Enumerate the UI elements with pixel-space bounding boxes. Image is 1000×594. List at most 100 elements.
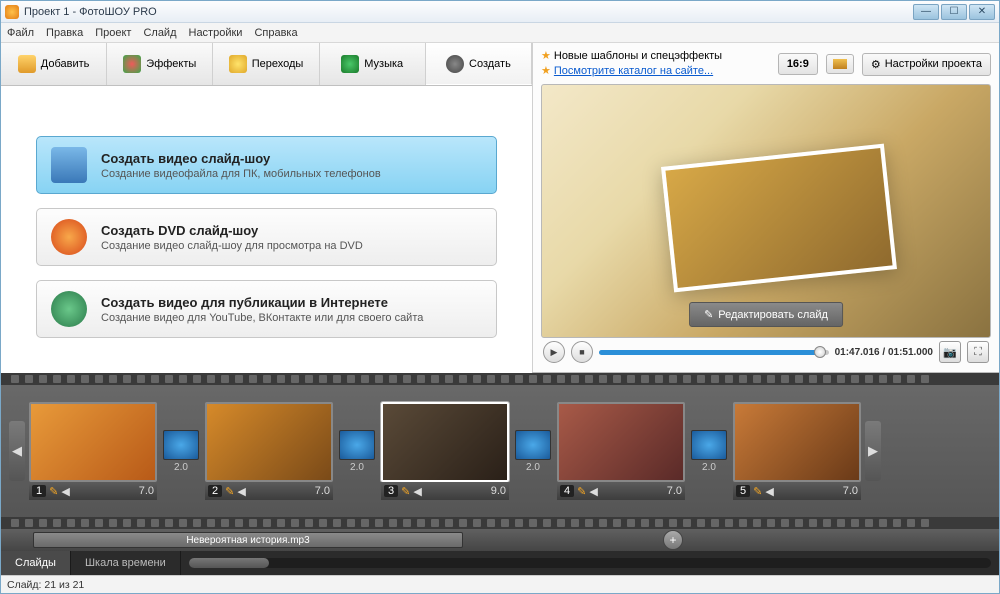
left-panel: Добавить Эффекты Переходы Музыка Создать…	[1, 43, 533, 372]
slide-number: 1	[32, 485, 46, 497]
option-dvd-slideshow[interactable]: Создать DVD слайд-шоуСоздание видео слай…	[36, 208, 497, 266]
snapshot-button[interactable]: 📷	[939, 341, 961, 363]
slides-row: ◀ 1✎◀7.02.02✎◀7.02.03✎◀9.02.04✎◀7.02.05✎…	[1, 385, 999, 517]
titlebar: Проект 1 - ФотоШОУ PRO — ☐ ✕	[1, 1, 999, 23]
status-bar: Слайд: 21 из 21	[1, 575, 999, 593]
pencil-icon[interactable]: ✎	[225, 485, 234, 498]
sound-icon[interactable]: ◀	[61, 485, 69, 498]
slide-thumb[interactable]	[205, 402, 333, 482]
menu-project[interactable]: Проект	[95, 27, 131, 39]
slide-duration: 7.0	[315, 485, 330, 497]
aspect-button[interactable]: 16:9	[778, 53, 818, 75]
edit-slide-button[interactable]: ✎Редактировать слайд	[689, 302, 843, 327]
slide-thumb[interactable]	[733, 402, 861, 482]
play-button[interactable]: ▶	[543, 341, 565, 363]
tab-effects[interactable]: Эффекты	[107, 43, 213, 85]
view-timeline-tab[interactable]: Шкала времени	[71, 551, 181, 575]
option-web-video[interactable]: Создать видео для публикации в Интернете…	[36, 280, 497, 338]
filmstrip-top	[1, 373, 999, 385]
slide-number: 3	[384, 485, 398, 497]
tab-music[interactable]: Музыка	[320, 43, 426, 85]
monitor-icon	[51, 147, 87, 183]
close-button[interactable]: ✕	[969, 4, 995, 20]
fullscreen-button[interactable]: ⛶	[967, 341, 989, 363]
time-display: 01:47.016 / 01:51.000	[835, 347, 933, 358]
filmstrip-bottom	[1, 517, 999, 529]
menu-slide[interactable]: Слайд	[143, 27, 176, 39]
transition-duration: 2.0	[350, 462, 364, 473]
transition[interactable]: 2.0	[689, 430, 729, 473]
display-icon	[833, 59, 847, 69]
view-slides-tab[interactable]: Слайды	[1, 551, 71, 575]
transition[interactable]: 2.0	[337, 430, 377, 473]
minimize-button[interactable]: —	[913, 4, 939, 20]
project-settings-button[interactable]: ⚙Настройки проекта	[862, 53, 991, 76]
preview-photo	[661, 144, 897, 293]
globe-icon	[51, 291, 87, 327]
transition-thumb[interactable]	[163, 430, 199, 460]
pencil-icon[interactable]: ✎	[401, 485, 410, 498]
pencil-icon[interactable]: ✎	[753, 485, 762, 498]
catalog-link[interactable]: Посмотрите каталог на сайте...	[554, 65, 713, 77]
timeline-panel: ◀ 1✎◀7.02.02✎◀7.02.03✎◀9.02.04✎◀7.02.05✎…	[1, 373, 999, 575]
slide-thumb[interactable]	[381, 402, 509, 482]
slide-thumb[interactable]	[557, 402, 685, 482]
option-video-slideshow[interactable]: Создать видео слайд-шоуСоздание видеофай…	[36, 136, 497, 194]
menu-file[interactable]: Файл	[7, 27, 34, 39]
app-icon	[5, 5, 19, 19]
tab-create[interactable]: Создать	[426, 43, 532, 85]
next-slide-button[interactable]: ▶	[865, 421, 881, 481]
tab-add[interactable]: Добавить	[1, 43, 107, 85]
slide-1[interactable]: 1✎◀7.0	[29, 402, 157, 500]
slide-4[interactable]: 4✎◀7.0	[557, 402, 685, 500]
slide-5[interactable]: 5✎◀7.0	[733, 402, 861, 500]
transition-duration: 2.0	[702, 462, 716, 473]
slide-info: 2✎◀7.0	[205, 482, 333, 500]
menu-settings[interactable]: Настройки	[189, 27, 243, 39]
transition-duration: 2.0	[174, 462, 188, 473]
tab-transitions[interactable]: Переходы	[213, 43, 319, 85]
main-tabs: Добавить Эффекты Переходы Музыка Создать	[1, 43, 532, 86]
dvd-icon	[51, 219, 87, 255]
pencil-icon[interactable]: ✎	[49, 485, 58, 498]
timeline-scrollbar[interactable]	[189, 558, 991, 568]
slide-2[interactable]: 2✎◀7.0	[205, 402, 333, 500]
transition[interactable]: 2.0	[161, 430, 201, 473]
right-panel: ★Новые шаблоны и спецэффекты ★Посмотрите…	[533, 43, 999, 372]
stop-button[interactable]: ■	[571, 341, 593, 363]
transition-thumb[interactable]	[691, 430, 727, 460]
audio-track[interactable]: Невероятная история.mp3	[33, 532, 463, 548]
display-button[interactable]	[826, 54, 854, 74]
transition-thumb[interactable]	[515, 430, 551, 460]
slide-thumb[interactable]	[29, 402, 157, 482]
sound-icon[interactable]: ◀	[589, 485, 597, 498]
scroll-handle[interactable]	[189, 558, 269, 568]
maximize-button[interactable]: ☐	[941, 4, 967, 20]
slide-info: 5✎◀7.0	[733, 482, 861, 500]
music-icon	[341, 55, 359, 73]
slide-3[interactable]: 3✎◀9.0	[381, 402, 509, 500]
slide-duration: 7.0	[843, 485, 858, 497]
seek-bar[interactable]	[599, 350, 829, 355]
sound-icon[interactable]: ◀	[765, 485, 773, 498]
sound-icon[interactable]: ◀	[413, 485, 421, 498]
audio-bar: Невероятная история.mp3 +	[1, 529, 999, 551]
palette-icon	[123, 55, 141, 73]
menu-edit[interactable]: Правка	[46, 27, 83, 39]
add-audio-button[interactable]: +	[663, 530, 683, 550]
window-title: Проект 1 - ФотоШОУ PRO	[24, 6, 913, 18]
menubar: Файл Правка Проект Слайд Настройки Справ…	[1, 23, 999, 43]
pencil-icon[interactable]: ✎	[577, 485, 586, 498]
pencil-icon: ✎	[704, 308, 713, 321]
sound-icon[interactable]: ◀	[237, 485, 245, 498]
slide-info: 3✎◀9.0	[381, 482, 509, 500]
transition-thumb[interactable]	[339, 430, 375, 460]
tips: ★Новые шаблоны и спецэффекты ★Посмотрите…	[541, 49, 770, 80]
slide-number: 4	[560, 485, 574, 497]
player-controls: ▶ ■ 01:47.016 / 01:51.000 📷 ⛶	[541, 338, 991, 366]
transition-duration: 2.0	[526, 462, 540, 473]
menu-help[interactable]: Справка	[254, 27, 297, 39]
prev-slide-button[interactable]: ◀	[9, 421, 25, 481]
transition[interactable]: 2.0	[513, 430, 553, 473]
seek-knob[interactable]	[814, 346, 826, 358]
